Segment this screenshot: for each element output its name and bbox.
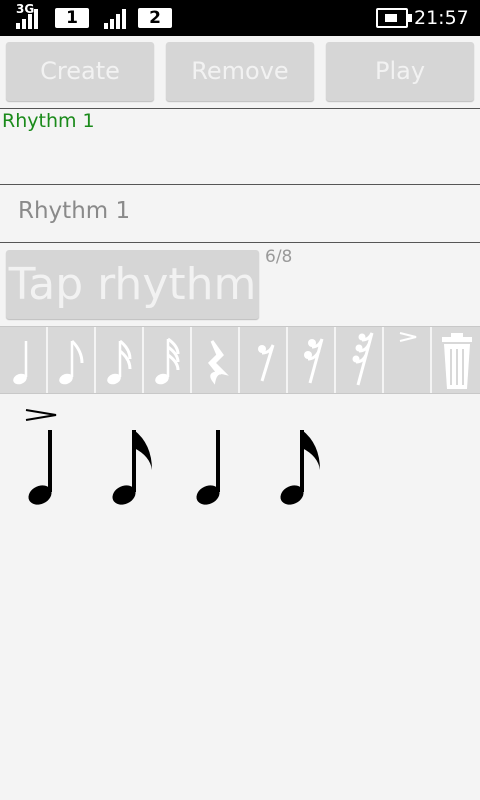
rhythm-title[interactable]: Rhythm 1 [2, 110, 95, 132]
status-bar: 3G 1 2 21:57 [0, 0, 480, 36]
eighth-rest-icon[interactable] [240, 327, 288, 393]
battery-charging-icon [376, 8, 412, 28]
eighth-note-icon [280, 430, 320, 505]
quarter-rest-icon[interactable] [192, 327, 240, 393]
tap-rhythm-button[interactable]: Tap rhythm [6, 250, 259, 319]
play-button[interactable]: Play [326, 42, 474, 101]
clock: 21:57 [414, 7, 469, 29]
thirty-second-rest-icon[interactable] [336, 327, 384, 393]
divider [0, 242, 480, 243]
rhythm-score[interactable] [0, 400, 480, 520]
quarter-note-icon[interactable] [0, 327, 48, 393]
sixteenth-rest-icon[interactable] [288, 327, 336, 393]
accent-mark-icon [25, 409, 57, 421]
accent-icon[interactable] [384, 327, 432, 393]
divider [0, 184, 480, 185]
eighth-note-icon [112, 430, 152, 505]
rhythm-name-field[interactable]: Rhythm 1 [18, 198, 130, 224]
thirty-second-note-icon[interactable] [144, 327, 192, 393]
note-palette [0, 326, 480, 394]
sim2-badge: 2 [138, 8, 172, 28]
sixteenth-note-icon[interactable] [96, 327, 144, 393]
divider [0, 108, 480, 109]
remove-button[interactable]: Remove [166, 42, 314, 101]
quarter-note-icon [28, 430, 52, 505]
sim1-badge: 1 [55, 8, 89, 28]
quarter-note-icon [196, 430, 220, 505]
time-signature[interactable]: 6/8 [265, 247, 292, 267]
trash-icon[interactable] [432, 327, 480, 393]
create-button[interactable]: Create [6, 42, 154, 101]
eighth-note-icon[interactable] [48, 327, 96, 393]
